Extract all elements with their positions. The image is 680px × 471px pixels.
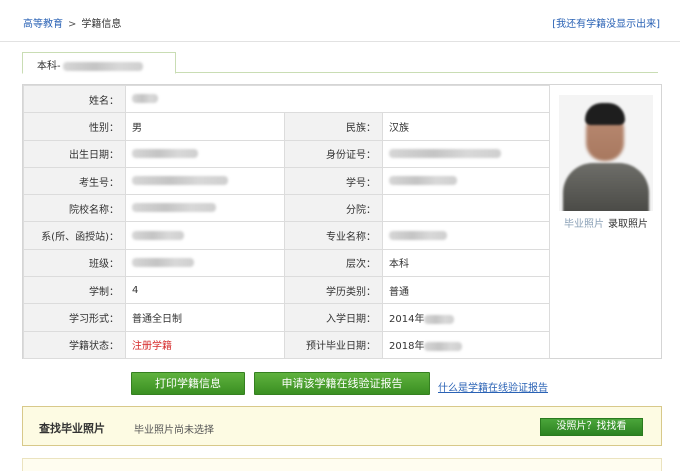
department-label: 系(所、函授站)： (23, 221, 126, 250)
study-mode-value: 普通全日制 (125, 303, 285, 332)
exam-number-value (125, 166, 285, 196)
gender-value: 男 (125, 112, 285, 141)
tab-label: 本科- (37, 61, 61, 72)
student-record-panel: 姓名： 性别： 男 民族： 汉族 出生日期： 身份证号： 考生号： 学号： 院校… (22, 84, 662, 359)
duration-label: 学制： (23, 276, 126, 305)
redacted-value (424, 314, 455, 324)
school-name-value (125, 194, 285, 223)
redacted-value (132, 230, 184, 240)
record-tab-bar: 本科- (22, 52, 658, 74)
record-status-value: 注册学籍 (125, 330, 285, 359)
exam-number-label: 考生号： (23, 166, 126, 196)
redacted-value (132, 203, 216, 213)
redacted-value (424, 341, 463, 351)
redacted-value (132, 257, 194, 267)
department-value (125, 221, 285, 250)
table-row: 班级： 层次： 本科 (23, 248, 550, 278)
gender-label: 性别： (23, 112, 126, 141)
apply-verification-report-button[interactable]: 申请该学籍在线验证报告 (254, 372, 430, 395)
next-section-edge (22, 458, 662, 471)
education-type-value: 普通 (382, 276, 550, 305)
class-value (125, 248, 285, 278)
branch-label: 分院： (284, 194, 383, 223)
student-info-table: 姓名： 性别： 男 民族： 汉族 出生日期： 身份证号： 考生号： 学号： 院校… (23, 84, 550, 359)
find-photo-status: 毕业照片尚未选择 (134, 425, 214, 436)
what-is-report-link[interactable]: 什么是学籍在线验证报告 (438, 379, 548, 394)
print-record-button[interactable]: 打印学籍信息 (131, 372, 245, 395)
table-row: 姓名： (23, 84, 550, 114)
table-row: 性别： 男 民族： 汉族 (23, 112, 550, 141)
student-photo (559, 95, 653, 211)
table-row: 出生日期： 身份证号： (23, 139, 550, 168)
find-photo-button[interactable]: 没照片？找找看 (540, 418, 643, 436)
find-graduation-photo-box: 查找毕业照片 毕业照片尚未选择 没照片？找找看 (22, 406, 662, 446)
ethnicity-value: 汉族 (382, 112, 550, 141)
photo-links: 毕业照片 录取照片 (559, 215, 653, 230)
redacted-tab-suffix (62, 61, 143, 71)
photo-panel: 毕业照片 录取照片 (549, 85, 661, 358)
breadcrumb: 高等教育 > 学籍信息 (23, 15, 121, 30)
breadcrumb-separator: > (68, 19, 77, 30)
redacted-value (132, 148, 198, 158)
top-bar: 高等教育 > 学籍信息 [我还有学籍没显示出来] (0, 0, 680, 42)
photo-hair (585, 103, 625, 125)
major-value (382, 221, 550, 250)
enrollment-date-value: 2014年 (382, 303, 550, 332)
redacted-value (389, 230, 447, 240)
breadcrumb-current: 学籍信息 (81, 19, 122, 30)
enrollment-date-label: 入学日期： (284, 303, 383, 332)
breadcrumb-home-link[interactable]: 高等教育 (23, 19, 63, 30)
level-label: 层次： (284, 248, 383, 278)
ethnicity-label: 民族： (284, 112, 383, 141)
tab-undergraduate-record[interactable]: 本科- (22, 52, 176, 74)
birthdate-label: 出生日期： (23, 139, 126, 168)
expected-graduation-label: 预计毕业日期： (284, 330, 383, 359)
class-label: 班级： (23, 248, 126, 278)
education-type-label: 学历类别： (284, 276, 383, 305)
record-status-label: 学籍状态： (23, 330, 126, 359)
study-mode-label: 学习形式： (23, 303, 126, 332)
name-value (125, 84, 550, 114)
expected-graduation-value: 2018年 (382, 330, 550, 359)
redacted-value (132, 94, 158, 104)
branch-value (382, 194, 550, 223)
level-value: 本科 (382, 248, 550, 278)
id-number-value (382, 139, 550, 168)
major-label: 专业名称： (284, 221, 383, 250)
birthdate-value (125, 139, 285, 168)
school-name-label: 院校名称： (23, 194, 126, 223)
missing-record-link[interactable]: [我还有学籍没显示出来] (552, 15, 660, 30)
photo-shirt (563, 163, 649, 211)
table-row: 学习形式： 普通全日制 入学日期： 2014年 (23, 303, 550, 332)
name-label: 姓名： (23, 84, 126, 114)
table-row: 学籍状态： 注册学籍 预计毕业日期： 2018年 (23, 330, 550, 359)
graduation-photo-link[interactable]: 毕业照片 (564, 219, 604, 230)
id-number-label: 身份证号： (284, 139, 383, 168)
redacted-value (389, 176, 457, 186)
duration-value: 4 (125, 276, 285, 305)
redacted-value (132, 176, 228, 186)
student-number-value (382, 166, 550, 196)
student-number-label: 学号： (284, 166, 383, 196)
table-row: 系(所、函授站)： 专业名称： (23, 221, 550, 250)
table-row: 院校名称： 分院： (23, 194, 550, 223)
table-row: 学制： 4 学历类别： 普通 (23, 276, 550, 305)
action-row: 打印学籍信息 申请该学籍在线验证报告 什么是学籍在线验证报告 (0, 372, 680, 396)
find-photo-title: 查找毕业照片 (39, 422, 105, 435)
enrollment-photo-link[interactable]: 录取照片 (608, 219, 648, 230)
redacted-value (389, 148, 501, 158)
table-row: 考生号： 学号： (23, 166, 550, 196)
